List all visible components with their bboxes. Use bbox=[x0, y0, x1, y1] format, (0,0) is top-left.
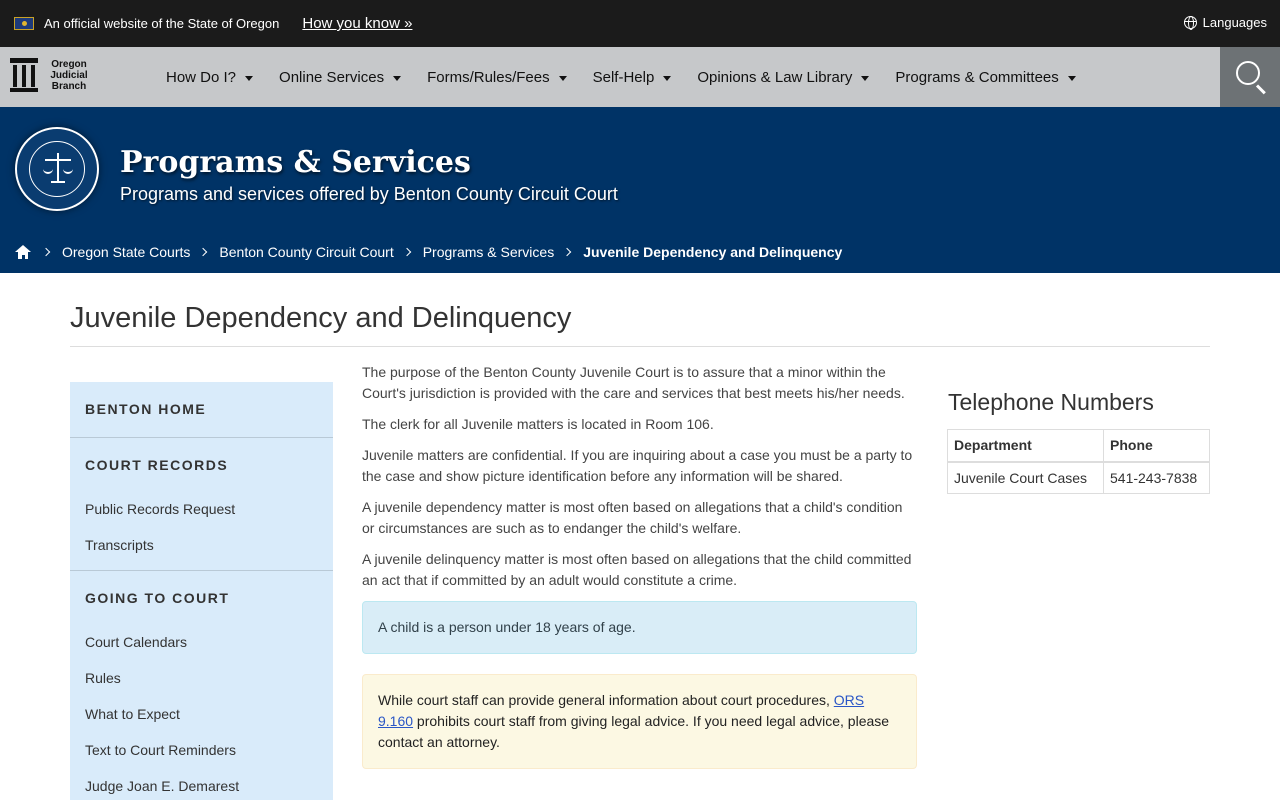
sidebar-item-what-to-expect[interactable]: What to Expect bbox=[70, 696, 333, 732]
sidebar-item-rules[interactable]: Rules bbox=[70, 660, 333, 696]
nav-online-services[interactable]: Online Services bbox=[279, 69, 402, 86]
content-paragraph: The clerk for all Juvenile matters is lo… bbox=[362, 416, 714, 432]
languages-label: Languages bbox=[1202, 15, 1267, 30]
home-icon[interactable] bbox=[15, 245, 31, 259]
breadcrumb-oregon-state-courts[interactable]: Oregon State Courts bbox=[62, 244, 190, 260]
title-divider bbox=[70, 346, 1210, 347]
column-department: Department bbox=[947, 429, 1104, 463]
chevron-down-icon bbox=[1067, 75, 1076, 81]
chevron-right-icon bbox=[199, 247, 208, 257]
table-row: Juvenile Court Cases 541-243-7838 bbox=[947, 461, 1210, 494]
department-cell: Juvenile Court Cases bbox=[947, 461, 1104, 494]
content-paragraph: The purpose of the Benton County Juvenil… bbox=[362, 364, 905, 401]
languages-button[interactable]: Languages bbox=[1183, 15, 1267, 30]
oregon-judicial-branch-logo[interactable]: Oregon Judicial Branch bbox=[10, 58, 92, 92]
breadcrumb-programs-services[interactable]: Programs & Services bbox=[423, 244, 554, 260]
oregon-flag-icon bbox=[14, 17, 34, 30]
column-phone: Phone bbox=[1103, 429, 1210, 463]
sidebar-section-benton-home: BENTON HOME bbox=[70, 382, 333, 438]
chevron-down-icon bbox=[861, 75, 870, 81]
breadcrumb-current: Juvenile Dependency and Delinquency bbox=[583, 244, 843, 260]
chevron-down-icon bbox=[558, 75, 567, 81]
content-paragraph: A juvenile dependency matter is most oft… bbox=[362, 499, 903, 536]
nav-self-help[interactable]: Self-Help bbox=[593, 69, 672, 86]
chevron-down-icon bbox=[245, 75, 254, 81]
sidebar-court-records-heading[interactable]: COURT RECORDS bbox=[70, 457, 333, 473]
sidebar-item-text-to-court-reminders[interactable]: Text to Court Reminders bbox=[70, 732, 333, 768]
official-banner: An official website of the State of Oreg… bbox=[0, 0, 1280, 47]
sidebar-item-judge-joan-demarest[interactable]: Judge Joan E. Demarest bbox=[70, 768, 333, 800]
table-header-row: Department Phone bbox=[947, 429, 1210, 463]
content-paragraph: A juvenile delinquency matter is most of… bbox=[362, 551, 912, 588]
legal-advice-warning: While court staff can provide general in… bbox=[362, 674, 917, 769]
nav-forms-rules-fees[interactable]: Forms/Rules/Fees bbox=[427, 69, 567, 86]
breadcrumb-benton-county-circuit-court[interactable]: Benton County Circuit Court bbox=[219, 244, 393, 260]
page-hero: Programs & Services Programs and service… bbox=[0, 107, 1280, 273]
sidebar-nav: BENTON HOME COURT RECORDS Public Records… bbox=[70, 382, 333, 800]
sidebar-item-court-calendars[interactable]: Court Calendars bbox=[70, 624, 333, 660]
breadcrumb: Oregon State Courts Benton County Circui… bbox=[15, 244, 842, 260]
search-icon bbox=[1236, 61, 1260, 85]
chevron-down-icon bbox=[393, 75, 402, 81]
chevron-down-icon bbox=[663, 75, 672, 81]
content-paragraph: Juvenile matters are confidential. If yo… bbox=[362, 447, 913, 484]
chevron-right-icon bbox=[402, 247, 411, 257]
main-navbar: Oregon Judicial Branch How Do I? Online … bbox=[0, 47, 1280, 107]
telephone-numbers-heading: Telephone Numbers bbox=[948, 389, 1154, 415]
chevron-right-icon bbox=[562, 247, 572, 257]
sidebar-section-going-to-court: GOING TO COURT Court Calendars Rules Wha… bbox=[70, 571, 333, 800]
how-you-know-link[interactable]: How you know » bbox=[302, 15, 412, 32]
hero-subtitle: Programs and services offered by Benton … bbox=[120, 184, 618, 204]
phone-cell: 541-243-7838 bbox=[1103, 461, 1210, 494]
globe-icon bbox=[1183, 16, 1197, 30]
nav-how-do-i[interactable]: How Do I? bbox=[166, 69, 254, 86]
sidebar-going-to-court-heading[interactable]: GOING TO COURT bbox=[70, 590, 333, 606]
info-alert: A child is a person under 18 years of ag… bbox=[362, 601, 917, 654]
sidebar-item-public-records-request[interactable]: Public Records Request bbox=[70, 491, 333, 527]
chevron-right-icon bbox=[41, 247, 51, 257]
sidebar-section-court-records: COURT RECORDS Public Records Request Tra… bbox=[70, 438, 333, 571]
pillar-icon bbox=[10, 58, 38, 92]
hero-title: Programs & Services bbox=[120, 145, 471, 180]
search-button[interactable] bbox=[1220, 47, 1280, 107]
nav-menu: How Do I? Online Services Forms/Rules/Fe… bbox=[166, 47, 1102, 107]
nav-opinions-law-library[interactable]: Opinions & Law Library bbox=[697, 69, 870, 86]
telephone-table: Department Phone Juvenile Court Cases 54… bbox=[947, 429, 1210, 494]
logo-text: Oregon Judicial Branch bbox=[50, 58, 88, 92]
judicial-department-seal-icon bbox=[15, 127, 99, 211]
nav-programs-committees[interactable]: Programs & Committees bbox=[895, 69, 1076, 86]
main-content: The purpose of the Benton County Juvenil… bbox=[362, 362, 917, 769]
official-website-text: An official website of the State of Oreg… bbox=[44, 16, 280, 31]
sidebar-benton-home[interactable]: BENTON HOME bbox=[70, 401, 333, 417]
page-title: Juvenile Dependency and Delinquency bbox=[70, 302, 572, 334]
sidebar-item-transcripts[interactable]: Transcripts bbox=[70, 527, 333, 563]
